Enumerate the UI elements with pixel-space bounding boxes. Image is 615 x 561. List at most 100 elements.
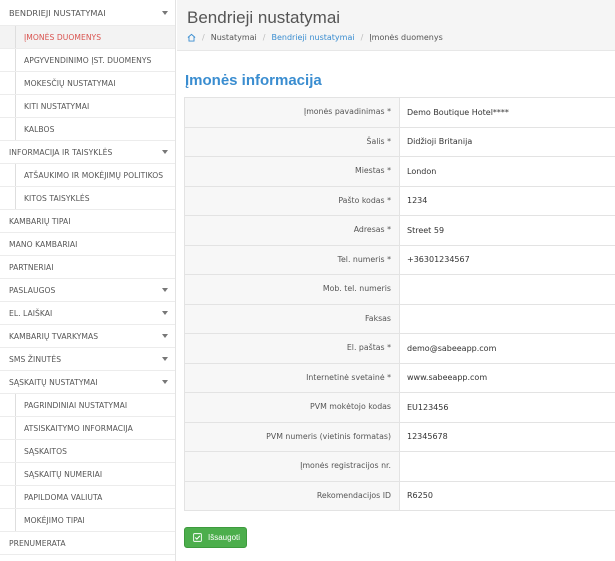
- sidebar-item[interactable]: KITI NUSTATYMAI: [0, 95, 175, 118]
- sidebar-item-label: SĄSKAITŲ NUSTATYMAI: [9, 377, 98, 387]
- form-field-value[interactable]: demo@sabeeapp.com: [400, 334, 615, 363]
- form-field-value[interactable]: [400, 275, 615, 304]
- sidebar-item[interactable]: KITOS TAISYKLĖS: [0, 187, 175, 210]
- breadcrumb-item-settings[interactable]: Nustatymai: [211, 33, 257, 42]
- form-row: Įmonės pavadinimas * Demo Boutique Hotel*…: [185, 98, 615, 128]
- form-field-value[interactable]: +36301234567: [400, 245, 615, 274]
- sidebar-item[interactable]: PRENUMERATA: [0, 532, 175, 555]
- sidebar-item[interactable]: INFORMACIJA IR TAISYKLĖS: [0, 141, 175, 164]
- form-field-value[interactable]: Demo Boutique Hotel****: [400, 98, 615, 127]
- form-row: PVM numeris (vietinis formatas) 12345678: [185, 422, 615, 452]
- sidebar-item[interactable]: PAGRINDINIAI NUSTATYMAI: [0, 394, 175, 417]
- form-field-label: Miestas *: [185, 157, 400, 186]
- form-field-label: Mob. tel. numeris: [185, 275, 400, 304]
- sidebar-item[interactable]: APGYVENDINIMO ĮST. DUOMENYS: [0, 49, 175, 72]
- form-field-value[interactable]: [400, 452, 615, 481]
- sidebar-item[interactable]: KAMBARIŲ TIPAI: [0, 210, 175, 233]
- sidebar-item[interactable]: PASLAUGOS: [0, 279, 175, 302]
- caret-down-icon[interactable]: [162, 11, 168, 15]
- form-row: Miestas * London: [185, 157, 615, 187]
- form-field-value[interactable]: Street 59: [400, 216, 615, 245]
- form-field-label: Rekomendacijos ID: [185, 481, 400, 510]
- sidebar-item[interactable]: MOKĖJIMO TIPAI: [0, 509, 175, 532]
- form-field-label: Faksas: [185, 304, 400, 333]
- sidebar-item[interactable]: ĮMONĖS DUOMENYS: [0, 26, 175, 49]
- sidebar-item[interactable]: ATSISKAITYMO INFORMACIJA: [0, 417, 175, 440]
- sidebar-item[interactable]: SMS ŽINUTĖS: [0, 348, 175, 371]
- sidebar-item-label: ATŠAUKIMO IR MOKĖJIMŲ POLITIKOS: [24, 170, 164, 180]
- sidebar-item[interactable]: EL. LAIŠKAI: [0, 302, 175, 325]
- form-row: Internetinė svetainė * www.sabeeapp.com: [185, 363, 615, 393]
- sidebar-item-label: PAPILDOMA VALIUTA: [24, 492, 103, 502]
- sidebar-item-label: SĄSKAITOS: [24, 446, 68, 456]
- form-field-label: PVM mokėtojo kodas: [185, 393, 400, 422]
- section-title: Įmonės informacija: [185, 72, 322, 89]
- form-row: Šalis * Didžioji Britanija: [185, 127, 615, 157]
- sidebar-item[interactable]: SĄSKAITŲ NUSTATYMAI: [0, 371, 175, 394]
- sidebar: BENDRIEJI NUSTATYMAI ĮMONĖS DUOMENYS APGYV…: [0, 0, 176, 561]
- caret-down-icon[interactable]: [162, 288, 168, 292]
- form-row: Faksas: [185, 304, 615, 334]
- sidebar-item-label: PASLAUGOS: [9, 285, 56, 295]
- form-row: El. paštas * demo@sabeeapp.com: [185, 334, 615, 364]
- sidebar-item-label: EL. LAIŠKAI: [9, 308, 53, 318]
- sidebar-item-label: SĄSKAITŲ NUMERIAI: [24, 469, 103, 479]
- save-button-label: Išsaugoti: [208, 533, 241, 542]
- sidebar-item-label: APGYVENDINIMO ĮST. DUOMENYS: [24, 55, 152, 65]
- form-row: Įmonės registracijos nr.: [185, 452, 615, 482]
- sidebar-item-label: PRENUMERATA: [9, 538, 66, 548]
- breadcrumb-item-general-settings[interactable]: Bendrieji nustatymai: [271, 33, 354, 42]
- caret-down-icon[interactable]: [162, 380, 168, 384]
- form-row: PVM mokėtojo kodas EU123456: [185, 393, 615, 423]
- form-field-label: El. paštas *: [185, 334, 400, 363]
- sidebar-item[interactable]: PARTNERIAI: [0, 256, 175, 279]
- sidebar-item[interactable]: BENDRIEJI NUSTATYMAI: [0, 0, 175, 26]
- save-button[interactable]: Išsaugoti: [184, 527, 247, 548]
- sidebar-item[interactable]: SĄSKAITŲ NUMERIAI: [0, 463, 175, 486]
- sidebar-item-label: MOKĖJIMO TIPAI: [24, 515, 85, 525]
- sidebar-item-label: INFORMACIJA IR TAISYKLĖS: [9, 147, 113, 157]
- caret-down-icon[interactable]: [162, 357, 168, 361]
- form-field-label: Adresas *: [185, 216, 400, 245]
- check-square-icon: [193, 533, 202, 542]
- sidebar-item-label: BENDRIEJI NUSTATYMAI: [9, 7, 106, 18]
- breadcrumb-item-company-data: Įmonės duomenys: [369, 33, 443, 42]
- sidebar-item-label: ĮMONĖS DUOMENYS: [24, 32, 102, 42]
- form-field-value[interactable]: [400, 304, 615, 333]
- form-row: Mob. tel. numeris: [185, 275, 615, 305]
- home-icon[interactable]: [187, 33, 196, 42]
- sidebar-item-label: MANO KAMBARIAI: [9, 239, 78, 249]
- form-field-label: Tel. numeris *: [185, 245, 400, 274]
- caret-down-icon[interactable]: [162, 150, 168, 154]
- page-header: Bendrieji nustatymai / Nustatymai / Bend…: [177, 0, 615, 51]
- sidebar-item[interactable]: ATŠAUKIMO IR MOKĖJIMŲ POLITIKOS: [0, 164, 175, 187]
- sidebar-item[interactable]: PAPILDOMA VALIUTA: [0, 486, 175, 509]
- form-field-label: PVM numeris (vietinis formatas): [185, 422, 400, 451]
- caret-down-icon[interactable]: [162, 334, 168, 338]
- sidebar-item[interactable]: MANO KAMBARIAI: [0, 233, 175, 256]
- form-row: Pašto kodas * 1234: [185, 186, 615, 216]
- sidebar-item-label: ATSISKAITYMO INFORMACIJA: [24, 423, 133, 433]
- breadcrumb-separator: /: [360, 33, 364, 42]
- form-field-label: Įmonės pavadinimas *: [185, 98, 400, 127]
- form-field-value[interactable]: EU123456: [400, 393, 615, 422]
- sidebar-item[interactable]: KAMBARIŲ TVARKYMAS: [0, 325, 175, 348]
- breadcrumb-separator: /: [202, 33, 205, 42]
- sidebar-item-label: PAGRINDINIAI NUSTATYMAI: [24, 400, 128, 410]
- form-field-value[interactable]: 1234: [400, 186, 615, 215]
- form-field-value[interactable]: www.sabeeapp.com: [400, 363, 615, 392]
- form-field-value[interactable]: Didžioji Britanija: [400, 127, 615, 156]
- form-field-value[interactable]: R6250: [400, 481, 615, 510]
- form-row: Rekomendacijos ID R6250: [185, 481, 615, 511]
- form-field-value[interactable]: 12345678: [400, 422, 615, 451]
- sidebar-item-label: KITI NUSTATYMAI: [24, 101, 90, 111]
- company-info-form: Įmonės pavadinimas * Demo Boutique Hotel*…: [184, 97, 615, 511]
- form-field-label: Įmonės registracijos nr.: [185, 452, 400, 481]
- caret-down-icon[interactable]: [162, 311, 168, 315]
- sidebar-item[interactable]: KALBOS: [0, 118, 175, 141]
- sidebar-item-label: KITOS TAISYKLĖS: [24, 193, 90, 203]
- form-field-label: Šalis *: [185, 127, 400, 156]
- sidebar-item[interactable]: SĄSKAITOS: [0, 440, 175, 463]
- sidebar-item[interactable]: MOKESČIŲ NUSTATYMAI: [0, 72, 175, 95]
- form-field-value[interactable]: London: [400, 157, 615, 186]
